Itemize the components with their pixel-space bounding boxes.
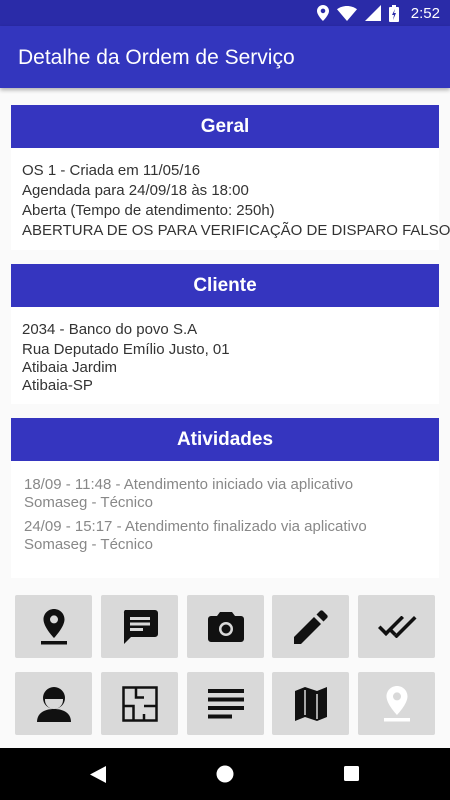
status-time: 2:52 (410, 4, 440, 22)
floor-plan-icon (121, 685, 158, 722)
location-pin-disabled-icon (383, 685, 410, 721)
navigation-bar (0, 748, 450, 800)
list-item: 18/09 - 11:48 - Atendimento iniciado via… (24, 476, 434, 512)
os-description-line: ABERTURA DE OS PARA VERIFICAÇÃO DE DISPA… (22, 222, 450, 239)
client-street-line: Rua Deputado Emílio Justo, 01 (22, 341, 230, 358)
floor-plan-button[interactable] (101, 672, 178, 735)
client-city-line: Atibaia-SP (22, 377, 93, 394)
client-button[interactable] (15, 672, 92, 735)
edit-pencil-icon (293, 609, 328, 644)
activity-description: 24/09 - 15:17 - Atendimento finalizado v… (24, 518, 367, 535)
location-pin-icon (40, 608, 67, 644)
location-disabled-button[interactable] (358, 672, 435, 735)
recents-icon[interactable] (344, 766, 359, 781)
os-scheduled-line: Agendada para 24/09/18 às 18:00 (22, 182, 249, 199)
message-icon (123, 609, 158, 644)
activity-author: Somaseg - Técnico (24, 494, 153, 511)
section-header-geral: Geral (11, 105, 439, 148)
section-header-cliente: Cliente (11, 264, 439, 307)
app-bar: Detalhe da Ordem de Serviço (0, 26, 450, 88)
battery-icon (388, 4, 399, 22)
finish-button[interactable] (358, 595, 435, 658)
os-status-line: Aberta (Tempo de atendimento: 250h) (22, 202, 275, 219)
location-status-icon (316, 5, 329, 21)
messages-button[interactable] (101, 595, 178, 658)
activity-author: Somaseg - Técnico (24, 536, 153, 553)
client-name-line: 2034 - Banco do povo S.A (22, 321, 198, 338)
activity-list: 18/09 - 11:48 - Atendimento iniciado via… (24, 476, 434, 560)
camera-icon (207, 611, 244, 642)
list-item: 24/09 - 15:17 - Atendimento finalizado v… (24, 518, 434, 554)
activity-description: 18/09 - 11:48 - Atendimento iniciado via… (24, 476, 354, 493)
client-district-line: Atibaia Jardim (22, 359, 118, 376)
home-icon[interactable] (216, 765, 234, 783)
os-created-line: OS 1 - Criada em 11/05/16 (22, 162, 201, 179)
notes-lines-icon (207, 688, 244, 718)
signal-icon (364, 5, 381, 21)
geral-details: OS 1 - Criada em 11/05/16 Agendada para … (22, 161, 450, 241)
status-bar: 2:52 (0, 0, 450, 26)
location-button[interactable] (15, 595, 92, 658)
person-icon (36, 686, 71, 722)
back-icon[interactable] (90, 766, 106, 783)
camera-button[interactable] (187, 595, 264, 658)
notes-button[interactable] (187, 672, 264, 735)
cliente-details: 2034 - Banco do povo S.A Rua Deputado Em… (22, 320, 432, 395)
page-title: Detalhe da Ordem de Serviço (18, 46, 295, 69)
double-check-icon (377, 615, 416, 638)
status-icons: 2:52 (316, 3, 440, 23)
map-icon (294, 686, 327, 721)
section-header-atividades: Atividades (11, 418, 439, 461)
wifi-icon (336, 5, 357, 21)
map-button[interactable] (272, 672, 349, 735)
edit-button[interactable] (272, 595, 349, 658)
